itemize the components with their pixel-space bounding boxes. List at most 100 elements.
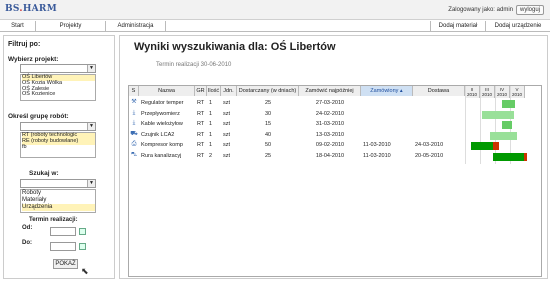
row-delivery-days: 15 [264,121,272,127]
row-order-by: 24-02-2010 [315,110,345,117]
row-qty: 2 [209,152,213,159]
row-unit: szt [223,142,231,148]
row-qty: 1 [209,110,213,117]
cart-icon[interactable]: ⛍ [130,152,138,159]
row-unit: szt [223,152,231,159]
robot-group-list[interactable]: RT (roboty technologic RE (roboty budowl… [20,132,96,158]
list-item[interactable]: Urządzenia [22,204,95,211]
row-name: Kompresor komp [141,142,183,148]
list-item[interactable]: Materiały [22,197,95,204]
filter-heading: Filtruj po: [8,41,41,48]
robot-group-label: Określ grupę robót: [8,113,69,120]
project-label: Wybierz projekt: [8,56,59,63]
row-ordered: 11-03-2010 [363,152,391,159]
search-in-list[interactable]: Roboty Materiały Urządzenia [20,189,96,213]
row-name: Kable wielożyłow [141,121,183,127]
row-delivery-days: 25 [264,100,272,106]
row-group: RT [197,121,205,127]
gantt-bar [492,142,499,150]
row-ordered: 11-03-2010 [363,142,391,148]
row-delivery-days: 50 [264,142,272,148]
row-delivery-days: 25 [264,152,272,159]
calendar-icon[interactable] [79,243,86,250]
row-name: Czujnik LCA2 [141,131,175,138]
chevron-down-icon[interactable]: ▼ [87,123,95,130]
chevron-down-icon[interactable]: ▼ [87,180,95,187]
date-from-input[interactable] [50,227,76,236]
col-ordered-header[interactable]: Zamówiony ▴ [361,86,413,96]
search-in-select[interactable]: ▼ [20,179,96,188]
list-item[interactable]: OŚ Kozienice [22,92,95,98]
filter-sidebar: Filtruj po: Wybierz projekt: ▼ OŚ Libert… [3,35,115,279]
gantt-bar [481,110,515,119]
project-list[interactable]: OŚ Libertów OŚ Kozia Wólka OŚ Zalesie OŚ… [20,74,96,101]
project-select[interactable]: ▼ [20,64,96,73]
col-group-header[interactable]: GR [195,86,207,96]
col-status-header[interactable]: S [129,86,139,96]
row-name: Przepływomierz [141,110,180,117]
calendar-icon[interactable] [79,228,86,235]
col-name-header[interactable]: Nazwa [139,86,195,96]
download-icon[interactable]: ⤓ [130,110,138,117]
nav-admin[interactable]: Administracja [106,21,166,32]
add-device-button[interactable]: Dodaj urządzenie [485,21,550,32]
gantt-month-header: II 2010 [465,86,480,98]
search-in-label: Szukaj w: [29,170,59,177]
logout-button[interactable]: wyloguj [515,5,544,15]
col-delivery-days-header[interactable]: Dostarczany (w dniach) [237,86,299,96]
chevron-down-icon[interactable]: ▼ [87,65,95,72]
row-group: RT [197,110,205,117]
row-group: RT [197,131,205,138]
results-table: S Nazwa GR Ilość Jdn. Dostarczany (w dniach) Z… [128,85,542,277]
print-icon[interactable]: ⎙ [130,141,138,148]
col-delivery-header[interactable]: Dostawa [413,86,465,96]
date-from-label: Od: [22,225,33,231]
col-qty-header[interactable]: Ilość [207,86,221,96]
row-delivery: 24-03-2010 [415,142,444,148]
row-group: RT [197,142,205,148]
row-unit: szt [223,131,231,138]
page-title: Wyniki wyszukiwania dla: OŚ Libertów [134,41,336,53]
nav-projects[interactable]: Projekty [36,21,106,32]
row-name: Rura kanalizacyj [141,152,182,159]
gantt-bar [471,142,493,150]
results-panel: Wyniki wyszukiwania dla: OŚ Libertów Ter… [119,35,548,279]
logged-in-label: Zalogowany jako: admin [448,7,513,13]
add-material-button[interactable]: Dodaj materiał [430,21,485,32]
cursor-icon: ⬉ [81,266,89,276]
wrench-icon[interactable]: ⚒ [130,99,138,106]
col-order-by-header[interactable]: Zamówić najpóźniej [299,86,361,96]
row-unit: szt [223,100,231,106]
row-unit: szt [223,110,231,117]
gantt-bar [492,152,524,161]
row-qty: 1 [209,131,213,138]
row-group: RT [197,100,205,106]
gantt-month-header: V 2010 [510,86,525,98]
show-button[interactable]: POKAŻ [53,259,78,269]
gantt-grid-line [480,86,481,164]
app-logo[interactable]: BS.HARM [5,4,57,14]
gantt-bar [502,100,516,108]
list-item[interactable]: fb [22,144,95,151]
date-to-input[interactable] [50,242,76,251]
nav-start[interactable]: Start [0,21,36,32]
row-order-by: 09-02-2010 [315,142,345,148]
row-qty: 1 [209,100,213,106]
download-icon[interactable]: ⤓ [130,120,138,127]
row-order-by: 27-03-2010 [315,100,345,106]
gantt-grid-line [465,86,466,164]
gantt-bar [490,131,517,140]
row-order-by: 18-04-2010 [315,152,345,159]
row-qty: 1 [209,121,213,127]
row-unit: szt [223,121,231,127]
col-unit-header[interactable]: Jdn. [221,86,237,96]
robot-group-select[interactable]: ▼ [20,122,96,131]
date-to-label: Do: [22,240,32,246]
row-order-by: 13-03-2010 [315,131,345,138]
user-box: Zalogowany jako: admin wyloguj [448,5,544,15]
row-qty: 1 [209,142,213,148]
truck-icon[interactable]: ⛟ [130,131,138,138]
top-nav: Start Projekty Administracja Dodaj mater… [0,21,550,32]
row-order-by: 31-03-2010 [315,121,345,127]
list-item[interactable]: Roboty [22,190,95,197]
